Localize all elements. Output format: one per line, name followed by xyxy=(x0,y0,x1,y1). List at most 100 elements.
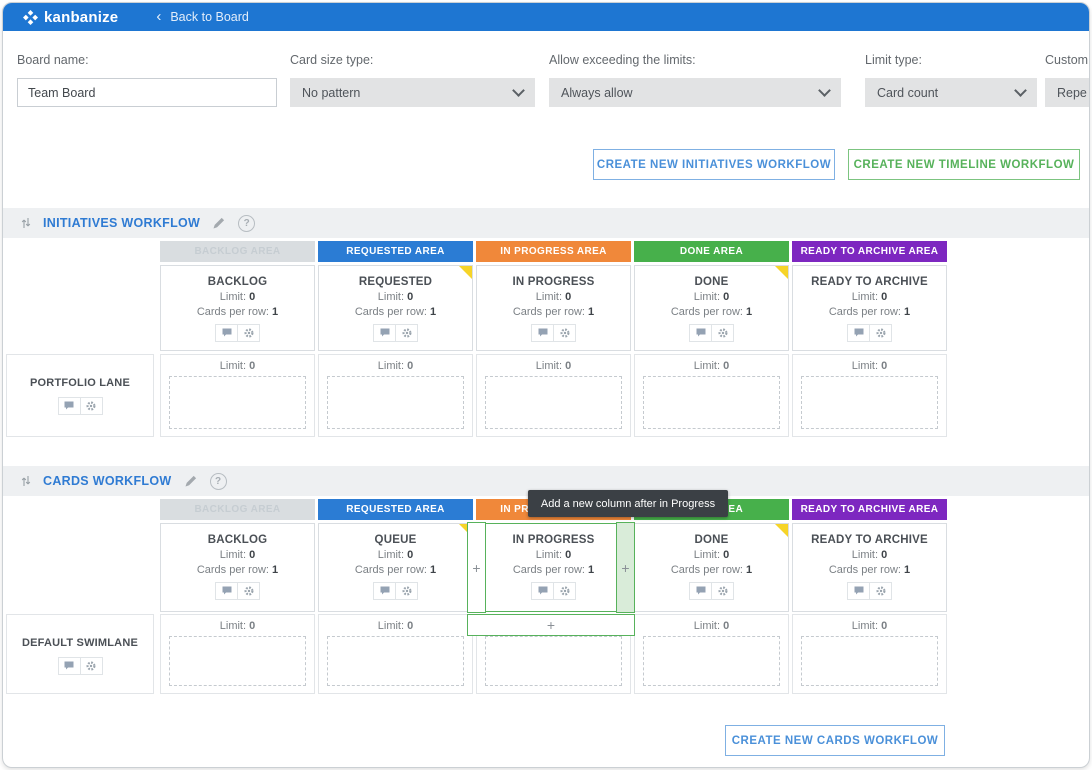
comment-icon[interactable] xyxy=(216,583,237,599)
comment-icon[interactable] xyxy=(374,583,395,599)
back-to-board-link[interactable]: ‹ Back to Board xyxy=(156,10,249,24)
column-card-requested[interactable]: REQUESTED Limit: 0 Cards per row: 1 xyxy=(318,265,473,351)
empty-drop-zone xyxy=(801,376,938,429)
limit-value: 0 xyxy=(881,291,887,303)
empty-drop-zone xyxy=(327,376,464,429)
add-column-after-button[interactable]: + xyxy=(616,522,635,613)
column-card-queue[interactable]: QUEUE Limit: 0 Cards per row: 1 xyxy=(318,523,473,612)
swimlane-name: DEFAULT SWIMLANE xyxy=(7,637,153,649)
gear-icon[interactable] xyxy=(395,325,417,341)
empty-drop-zone xyxy=(485,376,622,429)
top-navbar: kanbanize ‹ Back to Board xyxy=(3,3,1089,31)
gear-icon[interactable] xyxy=(80,398,102,414)
help-icon[interactable]: ? xyxy=(238,215,255,232)
cards-per-row-value: 1 xyxy=(746,564,752,576)
limit-value: 0 xyxy=(407,620,413,632)
column-card-done[interactable]: DONE Limit: 0 Cards per row: 1 xyxy=(634,265,789,351)
cards-per-row-label: Cards per row: xyxy=(671,306,743,318)
comment-icon[interactable] xyxy=(532,325,553,341)
gear-icon[interactable] xyxy=(395,583,417,599)
limit-type-value: Card count xyxy=(877,86,938,100)
gear-icon[interactable] xyxy=(80,658,102,674)
add-child-column-button[interactable]: + xyxy=(467,614,635,636)
limit-label: Limit: xyxy=(694,620,720,632)
column-title: IN PROGRESS xyxy=(477,276,630,288)
comment-icon[interactable] xyxy=(690,325,711,341)
create-new-timeline-workflow-button[interactable]: CREATE NEW TIMELINE WORKFLOW xyxy=(848,149,1080,180)
gear-icon[interactable] xyxy=(237,325,259,341)
empty-drop-zone xyxy=(169,376,306,429)
limit-label: Limit: xyxy=(220,549,246,561)
limit-value: 0 xyxy=(723,549,729,561)
area-header-backlog: BACKLOG AREA xyxy=(160,499,315,520)
swimlane-cell: Limit: 0 xyxy=(318,354,473,437)
gear-icon[interactable] xyxy=(711,325,733,341)
board-name-label: Board name: xyxy=(17,53,89,67)
limit-label: Limit: xyxy=(220,620,246,632)
cards-workflow-grid: BACKLOG AREA REQUESTED AREA IN PROGRESS … xyxy=(3,499,1089,699)
gear-icon[interactable] xyxy=(869,325,891,341)
edit-pencil-icon[interactable] xyxy=(184,474,198,488)
cards-per-row-value: 1 xyxy=(588,564,594,576)
cards-per-row-label: Cards per row: xyxy=(355,306,427,318)
column-card-backlog[interactable]: BACKLOG Limit: 0 Cards per row: 1 xyxy=(160,523,315,612)
custom-field-select[interactable]: Repe xyxy=(1045,78,1090,107)
column-title: BACKLOG xyxy=(161,534,314,546)
kanbanize-logo: kanbanize xyxy=(23,9,118,26)
comment-icon[interactable] xyxy=(848,325,869,341)
limit-label: Limit: xyxy=(852,291,878,303)
help-icon[interactable]: ? xyxy=(210,473,227,490)
edit-pencil-icon[interactable] xyxy=(212,216,226,230)
limit-label: Limit: xyxy=(378,360,404,372)
cards-per-row-value: 1 xyxy=(904,306,910,318)
reorder-workflow-icon[interactable] xyxy=(21,475,31,487)
card-size-type-label: Card size type: xyxy=(290,53,373,67)
cards-per-row-label: Cards per row: xyxy=(197,564,269,576)
limit-value: 0 xyxy=(249,620,255,632)
limit-value: 0 xyxy=(723,620,729,632)
cards-per-row-label: Cards per row: xyxy=(829,306,901,318)
gear-icon[interactable] xyxy=(237,583,259,599)
column-card-ready-to-archive[interactable]: READY TO ARCHIVE Limit: 0 Cards per row:… xyxy=(792,265,947,351)
add-column-before-button[interactable]: + xyxy=(467,522,486,613)
limit-type-select[interactable]: Card count xyxy=(865,78,1037,107)
area-header-ready-to-archive: READY TO ARCHIVE AREA xyxy=(792,499,947,520)
allow-exceeding-label: Allow exceeding the limits: xyxy=(549,53,696,67)
comment-icon[interactable] xyxy=(848,583,869,599)
column-card-ready-to-archive[interactable]: READY TO ARCHIVE Limit: 0 Cards per row:… xyxy=(792,523,947,612)
gear-icon[interactable] xyxy=(553,325,575,341)
column-card-in-progress[interactable]: IN PROGRESS Limit: 0 Cards per row: 1 xyxy=(476,265,631,351)
cards-per-row-value: 1 xyxy=(430,306,436,318)
comment-icon[interactable] xyxy=(59,398,80,414)
chevron-down-icon xyxy=(512,84,525,97)
limit-label: Limit: xyxy=(694,360,720,372)
create-new-initiatives-workflow-button[interactable]: CREATE NEW INITIATIVES WORKFLOW xyxy=(593,149,835,180)
swimlane-cell: Limit: 0 xyxy=(160,354,315,437)
column-card-backlog[interactable]: BACKLOG Limit: 0 Cards per row: 1 xyxy=(160,265,315,351)
comment-icon[interactable] xyxy=(690,583,711,599)
cards-per-row-label: Cards per row: xyxy=(513,306,585,318)
empty-drop-zone xyxy=(643,376,780,429)
comment-icon[interactable] xyxy=(532,583,553,599)
comment-icon[interactable] xyxy=(216,325,237,341)
comment-icon[interactable] xyxy=(59,658,80,674)
column-card-in-progress[interactable]: IN PROGRESS Limit: 0 Cards per row: 1 + … xyxy=(476,523,631,612)
column-actions xyxy=(689,324,734,342)
card-size-type-select[interactable]: No pattern xyxy=(290,78,535,107)
create-new-cards-workflow-button[interactable]: CREATE NEW CARDS WORKFLOW xyxy=(725,725,945,756)
column-actions xyxy=(531,582,576,600)
swimlane-label-portfolio-lane: PORTFOLIO LANE xyxy=(6,354,154,437)
cards-per-row-label: Cards per row: xyxy=(829,564,901,576)
comment-icon[interactable] xyxy=(374,325,395,341)
column-card-done[interactable]: DONE Limit: 0 Cards per row: 1 xyxy=(634,523,789,612)
gear-icon[interactable] xyxy=(553,583,575,599)
empty-drop-zone xyxy=(327,636,464,686)
board-name-input[interactable] xyxy=(17,78,277,107)
gear-icon[interactable] xyxy=(711,583,733,599)
limit-value: 0 xyxy=(249,549,255,561)
cards-per-row-label: Cards per row: xyxy=(671,564,743,576)
limit-label: Limit: xyxy=(378,549,404,561)
gear-icon[interactable] xyxy=(869,583,891,599)
allow-exceeding-select[interactable]: Always allow xyxy=(549,78,841,107)
reorder-workflow-icon[interactable] xyxy=(21,217,31,229)
